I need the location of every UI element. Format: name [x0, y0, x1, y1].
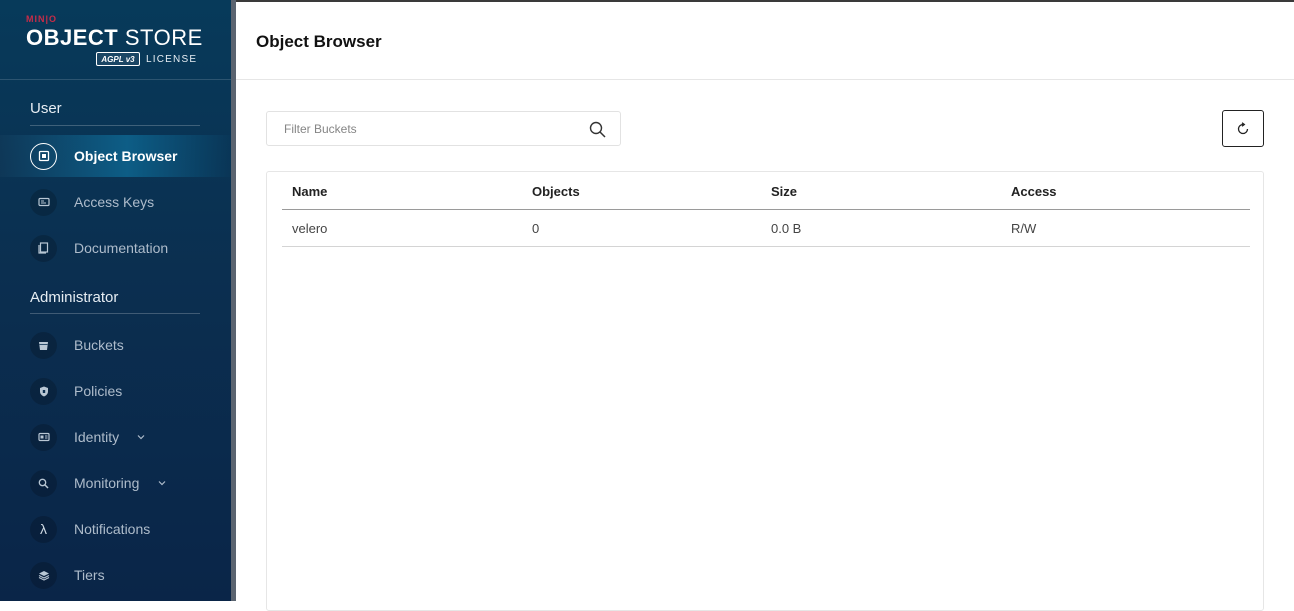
sidebar-item-label: Object Browser — [74, 148, 178, 164]
sidebar-item-identity[interactable]: Identity — [0, 416, 231, 458]
product-name-light: STORE — [124, 25, 203, 50]
column-header-name[interactable]: Name — [292, 184, 327, 199]
column-header-objects[interactable]: Objects — [532, 184, 580, 199]
buckets-table: Name Objects Size Access velero 0 0.0 B … — [266, 171, 1264, 611]
section-title-user: User — [30, 100, 62, 117]
filter-buckets-search — [266, 111, 621, 146]
column-header-access[interactable]: Access — [1011, 184, 1057, 199]
documentation-icon — [30, 234, 57, 262]
tiers-icon — [30, 561, 57, 589]
identity-icon — [30, 423, 57, 451]
sidebar-item-documentation[interactable]: Documentation — [0, 227, 231, 269]
sidebar-item-label: Notifications — [74, 521, 151, 537]
vendor-wordmark: MIN|O — [26, 14, 58, 24]
chevron-down-icon[interactable] — [137, 432, 145, 442]
sidebar-item-label: Policies — [74, 383, 123, 399]
sidebar-item-buckets[interactable]: Buckets — [0, 324, 231, 366]
sidebar-item-label: Documentation — [74, 240, 169, 256]
sidebar-item-label: Tiers — [74, 567, 105, 583]
search-input[interactable] — [282, 121, 576, 137]
access-keys-icon — [30, 188, 57, 216]
agpl-badge: AGPL v3 — [96, 52, 140, 66]
section-divider-user — [30, 125, 200, 126]
license-label: LICENSE — [146, 53, 198, 65]
sidebar-item-object-browser[interactable]: Object Browser — [0, 135, 231, 177]
license-row: AGPL v3 LICENSE — [96, 52, 197, 66]
page-title: Object Browser — [256, 32, 382, 51]
buckets-icon — [30, 331, 57, 359]
section-title-administrator: Administrator — [30, 289, 119, 306]
column-header-size[interactable]: Size — [771, 184, 797, 199]
sidebar-item-label: Access Keys — [74, 194, 155, 210]
sidebar-item-label: Buckets — [74, 337, 124, 353]
main-content: Object Browser Name Objects Size Access … — [236, 2, 1294, 611]
refresh-icon — [1237, 121, 1249, 134]
sidebar-item-access-keys[interactable]: Access Keys — [0, 181, 231, 223]
sidebar: MIN|O OBJECT STORE AGPL v3 LICENSE User … — [0, 0, 231, 601]
table-header: Name Objects Size Access — [282, 172, 1250, 210]
product-name: OBJECT STORE — [26, 25, 203, 51]
product-name-bold: OBJECT — [26, 25, 119, 50]
sidebar-item-monitoring[interactable]: Monitoring — [0, 462, 231, 504]
minio-logo[interactable]: MIN|O OBJECT STORE AGPL v3 LICENSE — [26, 14, 206, 70]
sidebar-item-policies[interactable]: Policies — [0, 370, 231, 412]
page-header: Object Browser — [236, 2, 1294, 80]
table-row[interactable]: velero 0 0.0 B R/W — [282, 209, 1250, 247]
lambda-icon: λ — [30, 515, 57, 543]
search-icon[interactable] — [589, 121, 606, 138]
sidebar-item-label: Monitoring — [74, 475, 140, 491]
bucket-size: 0.0 B — [771, 221, 802, 236]
sidebar-item-tiers[interactable]: Tiers — [0, 554, 231, 596]
monitoring-icon — [30, 469, 57, 497]
sidebar-item-notifications[interactable]: λ Notifications — [0, 508, 231, 550]
chevron-down-icon[interactable] — [158, 478, 166, 488]
policies-icon — [30, 377, 57, 405]
sidebar-item-label: Identity — [74, 429, 120, 445]
bucket-access: R/W — [1011, 221, 1037, 236]
section-divider-administrator — [30, 313, 200, 314]
bucket-objects: 0 — [532, 221, 540, 236]
object-browser-icon — [30, 142, 57, 170]
logo-divider — [0, 79, 231, 80]
bucket-name: velero — [292, 221, 328, 236]
refresh-button[interactable] — [1222, 110, 1264, 147]
